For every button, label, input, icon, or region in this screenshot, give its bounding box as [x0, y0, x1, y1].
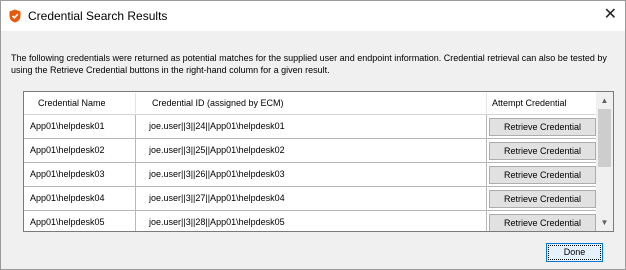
- table-row: App01\helpdesk01 joe.user||3||24||App01\…: [24, 115, 596, 139]
- credential-id-cell: joe.user||3||28||App01\helpdesk05: [149, 217, 285, 227]
- column-divider[interactable]: [135, 93, 136, 113]
- credentials-table: Credential Name Credential ID (assigned …: [23, 91, 614, 232]
- scrollbar-thumb[interactable]: [598, 109, 611, 167]
- column-divider: [135, 115, 136, 138]
- shield-app-icon: [9, 9, 21, 23]
- column-header-credential-name[interactable]: Credential Name: [38, 92, 106, 114]
- close-icon[interactable]: ✕: [604, 7, 617, 23]
- credential-name-cell: App01\helpdesk02: [30, 145, 105, 155]
- credential-search-results-window: Credential Search Results ✕ The followin…: [0, 0, 626, 270]
- column-divider: [135, 163, 136, 186]
- column-divider: [486, 163, 487, 186]
- credential-name-cell: App01\helpdesk03: [30, 169, 105, 179]
- credential-name-cell: App01\helpdesk05: [30, 217, 105, 227]
- column-header-credential-id[interactable]: Credential ID (assigned by ECM): [152, 92, 284, 114]
- column-divider: [135, 187, 136, 210]
- column-divider[interactable]: [486, 93, 487, 113]
- vertical-scrollbar[interactable]: ▲ ▼: [596, 92, 613, 231]
- window-title: Credential Search Results: [28, 9, 168, 23]
- retrieve-credential-button[interactable]: Retrieve Credential: [489, 142, 596, 160]
- table-header: Credential Name Credential ID (assigned …: [24, 92, 596, 130]
- credential-id-cell: joe.user||3||27||App01\helpdesk04: [149, 193, 285, 203]
- table-row: App01\helpdesk03 joe.user||3||26||App01\…: [24, 163, 596, 187]
- column-divider: [135, 211, 136, 231]
- scroll-down-arrow-icon[interactable]: ▼: [596, 214, 613, 231]
- retrieve-credential-button[interactable]: Retrieve Credential: [489, 166, 596, 184]
- retrieve-credential-button[interactable]: Retrieve Credential: [489, 118, 596, 136]
- retrieve-credential-button[interactable]: Retrieve Credential: [489, 214, 596, 231]
- column-divider: [486, 187, 487, 210]
- column-divider: [486, 139, 487, 162]
- table-row: App01\helpdesk02 joe.user||3||25||App01\…: [24, 139, 596, 163]
- done-button[interactable]: Done: [546, 243, 603, 262]
- retrieve-credential-button[interactable]: Retrieve Credential: [489, 190, 596, 208]
- table-row: App01\helpdesk04 joe.user||3||27||App01\…: [24, 187, 596, 211]
- credential-id-cell: joe.user||3||26||App01\helpdesk03: [149, 169, 285, 179]
- intro-text: The following credentials were returned …: [11, 53, 607, 75]
- credential-id-cell: joe.user||3||24||App01\helpdesk01: [149, 121, 285, 131]
- credential-id-cell: joe.user||3||25||App01\helpdesk02: [149, 145, 285, 155]
- column-divider: [135, 139, 136, 162]
- column-divider: [486, 115, 487, 138]
- column-header-attempt-retrieval[interactable]: Attempt Credential Retrieval: [492, 92, 596, 130]
- credential-name-cell: App01\helpdesk01: [30, 121, 105, 131]
- title-bar: Credential Search Results ✕: [1, 1, 625, 31]
- scroll-up-arrow-icon[interactable]: ▲: [596, 92, 613, 109]
- column-divider: [486, 211, 487, 231]
- credential-name-cell: App01\helpdesk04: [30, 193, 105, 203]
- table-row: App01\helpdesk05 joe.user||3||28||App01\…: [24, 211, 596, 231]
